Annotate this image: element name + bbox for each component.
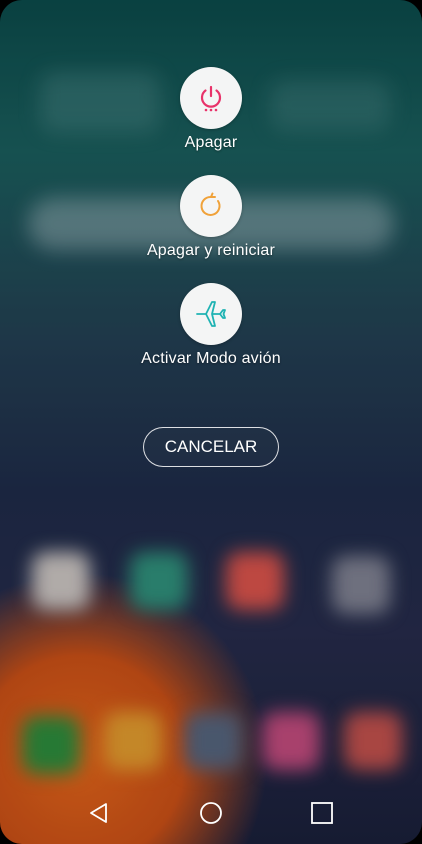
power-off-option[interactable]: Apagar — [0, 67, 422, 152]
phone-screen: Apagar Apagar y reiniciar Activar Modo a… — [0, 0, 422, 844]
airplane-mode-label: Activar Modo avión — [141, 350, 281, 367]
restart-label: Apagar y reiniciar — [146, 242, 276, 259]
cancel-button[interactable]: CANCELAR — [143, 427, 279, 467]
power-icon — [200, 85, 222, 112]
recents-icon[interactable] — [309, 800, 335, 826]
airplane-mode-button[interactable] — [180, 283, 242, 345]
navigation-bar — [0, 782, 422, 844]
power-off-label: Apagar — [184, 134, 238, 151]
airplane-icon — [196, 301, 226, 327]
restart-option[interactable]: Apagar y reiniciar — [0, 175, 422, 260]
home-icon[interactable] — [198, 800, 224, 826]
power-off-button[interactable] — [180, 67, 242, 129]
restart-button[interactable] — [180, 175, 242, 237]
airplane-mode-option[interactable]: Activar Modo avión — [0, 283, 422, 368]
restart-icon — [200, 192, 221, 216]
back-icon[interactable] — [86, 800, 112, 826]
